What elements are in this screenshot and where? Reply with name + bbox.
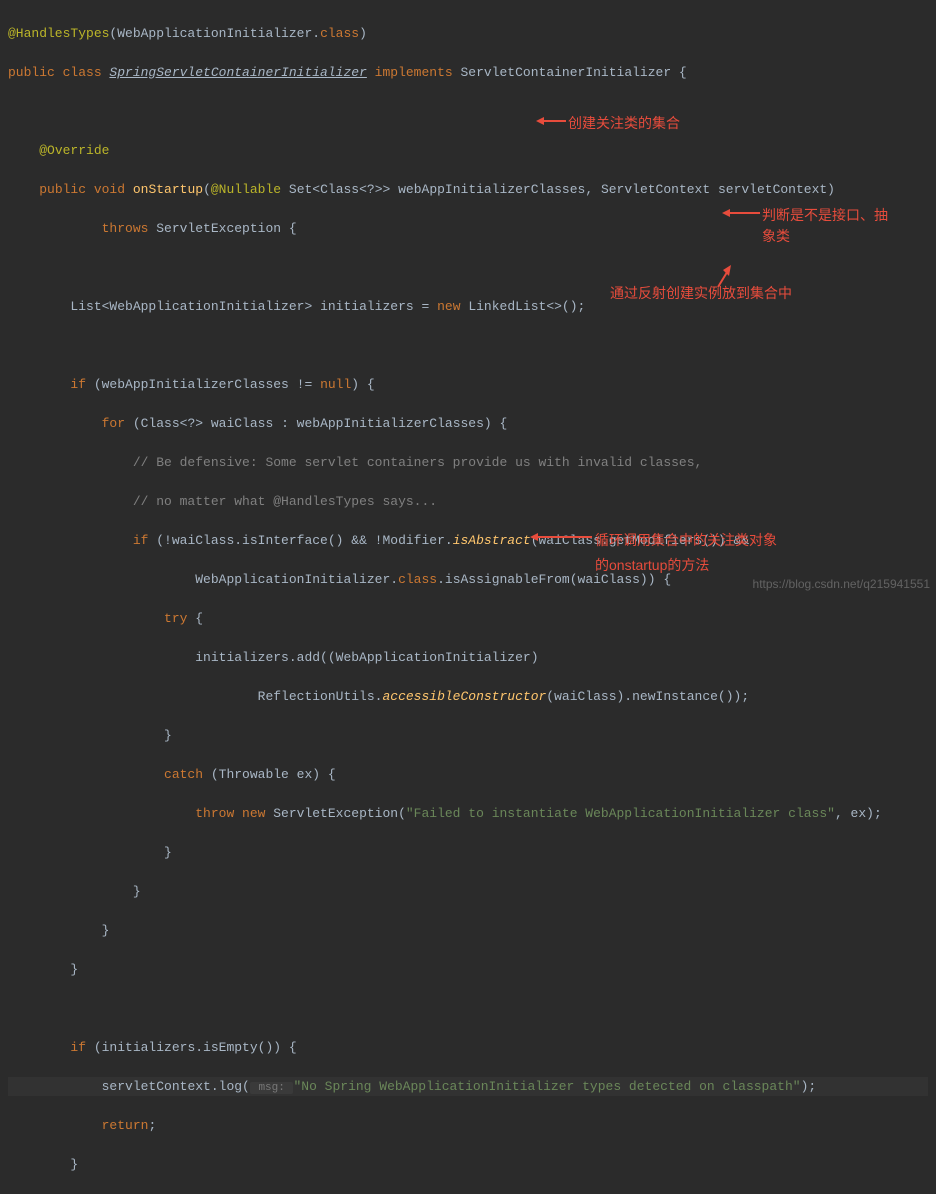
code-line: return; [8, 1116, 928, 1136]
code-line: if (initializers.isEmpty()) { [8, 1038, 928, 1058]
code-line: // no matter what @HandlesTypes says... [8, 492, 928, 512]
code-line: List<WebApplicationInitializer> initiali… [8, 297, 928, 317]
code-line: // Be defensive: Some servlet containers… [8, 453, 928, 473]
code-line: } [8, 882, 928, 902]
code-line [8, 336, 928, 356]
code-line [8, 258, 928, 278]
code-line [8, 999, 928, 1019]
code-editor[interactable]: @HandlesTypes(WebApplicationInitializer.… [0, 0, 936, 1194]
code-line: throws ServletException { [8, 219, 928, 239]
code-line: ReflectionUtils.accessibleConstructor(wa… [8, 687, 928, 707]
code-line: servletContext.log( msg: "No Spring WebA… [8, 1077, 928, 1097]
code-line: } [8, 726, 928, 746]
code-line: initializers.add((WebApplicationInitiali… [8, 648, 928, 668]
watermark: https://blog.csdn.net/q215941551 [753, 575, 930, 593]
code-line: if (webAppInitializerClasses != null) { [8, 375, 928, 395]
code-line: } [8, 843, 928, 863]
code-line: catch (Throwable ex) { [8, 765, 928, 785]
code-line: } [8, 1155, 928, 1175]
code-line: @Override [8, 141, 928, 161]
code-line: try { [8, 609, 928, 629]
code-line: public void onStartup(@Nullable Set<Clas… [8, 180, 928, 200]
code-line: throw new ServletException("Failed to in… [8, 804, 928, 824]
code-line: public class SpringServletContainerIniti… [8, 63, 928, 83]
code-line: } [8, 921, 928, 941]
code-line: } [8, 960, 928, 980]
code-line: @HandlesTypes(WebApplicationInitializer.… [8, 24, 928, 44]
code-line: if (!waiClass.isInterface() && !Modifier… [8, 531, 928, 551]
code-line: for (Class<?> waiClass : webAppInitializ… [8, 414, 928, 434]
code-line [8, 102, 928, 122]
